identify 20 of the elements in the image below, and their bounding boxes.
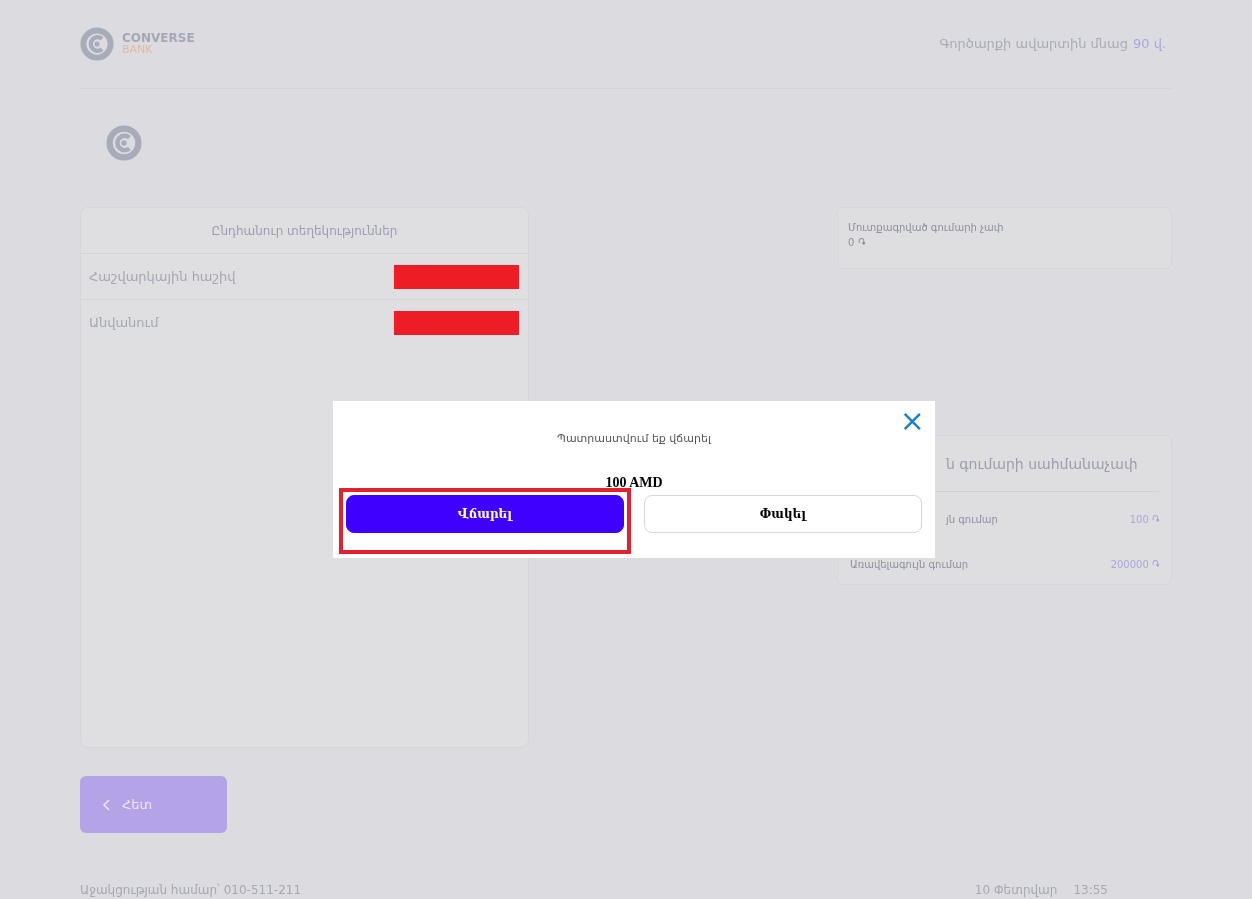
amount-label: Մուտքագրված գումարի չափ <box>848 221 1005 235</box>
dialog-message: Պատրաստվում եք վճարել <box>557 431 711 447</box>
field-label: Հաշվարկային հաշիվ <box>89 267 236 286</box>
logo-icon <box>106 125 142 161</box>
logo-subtitle: BANK <box>122 44 154 55</box>
bank-logo-icon <box>80 27 114 61</box>
card-title: Ընդհանուր տեղեկություններ <box>81 208 528 254</box>
limit-label: յն գումար <box>944 513 998 527</box>
limit-label: Առավելագույն գումար <box>850 558 969 572</box>
dialog-button[interactable]: Փակել <box>644 494 922 533</box>
limit-value: 200000 ֏ <box>1110 558 1159 572</box>
limit-value: 100 ֏ <box>1129 513 1159 527</box>
chevron-left-icon <box>102 798 110 811</box>
timer-value: 90 վ. <box>1132 35 1166 54</box>
payment-amount: 100 AMD <box>605 473 663 492</box>
dialog-button[interactable]: Վճարել <box>346 494 624 533</box>
close-button[interactable]: × <box>899 407 925 435</box>
amount-value: 0 ֏ <box>848 236 866 250</box>
field-label: Անվանում <box>89 314 159 333</box>
logo-name: CONVERSE <box>122 33 195 44</box>
